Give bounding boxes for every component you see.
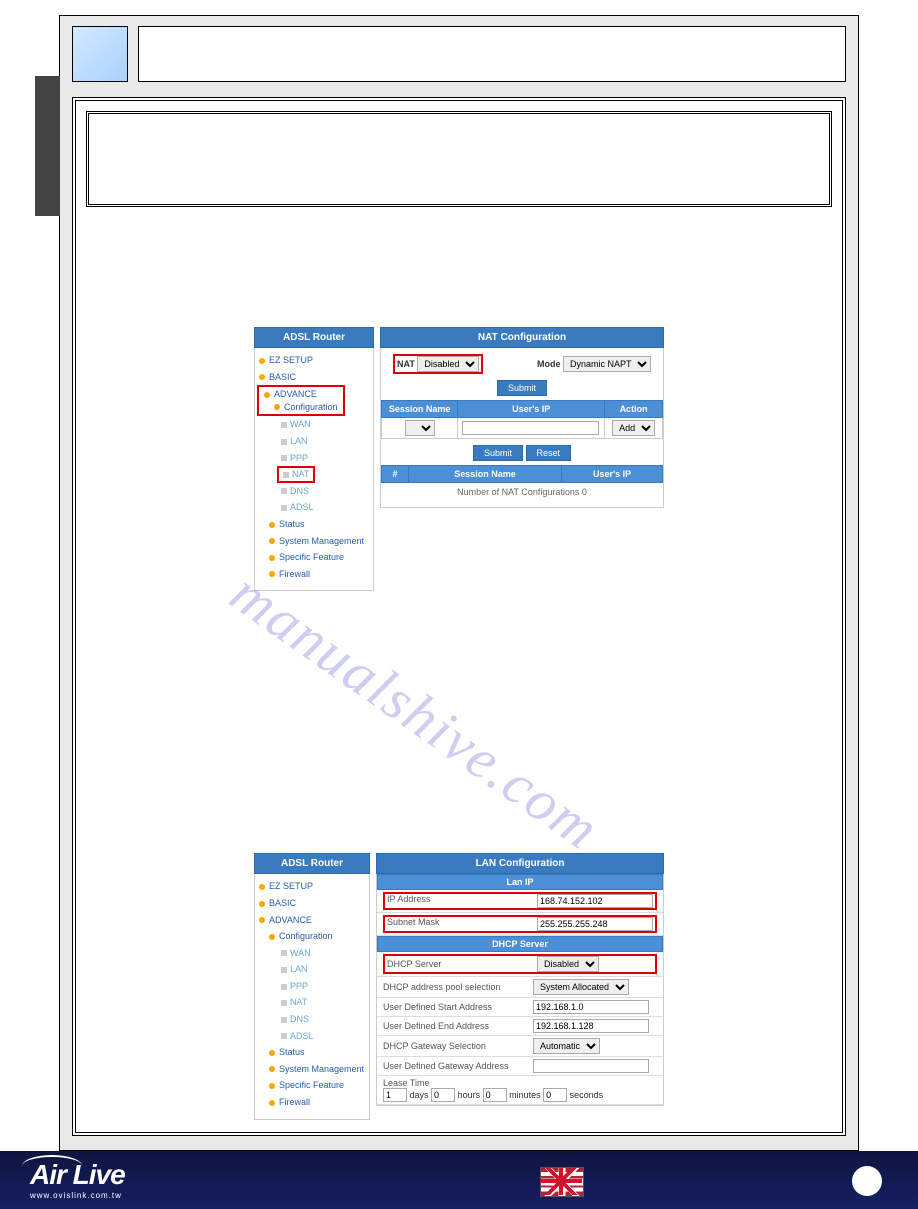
header-square-icon bbox=[72, 26, 128, 82]
dhcp-server-select[interactable]: Disabled bbox=[537, 956, 599, 972]
nav2-basic[interactable]: BASIC bbox=[257, 895, 367, 912]
side-tab bbox=[35, 76, 60, 216]
mode-select[interactable]: Dynamic NAPT bbox=[563, 356, 651, 372]
lease-hours-unit: hours bbox=[458, 1090, 481, 1100]
th-session-name: Session Name bbox=[382, 401, 458, 418]
screenshot-nat: ADSL Router EZ SETUP BASIC ADVANCE Confi… bbox=[254, 327, 664, 591]
nav2-adsl[interactable]: ADSL bbox=[279, 1028, 367, 1045]
lease-label: Lease Time bbox=[383, 1078, 533, 1088]
th-users-ip: User's IP bbox=[458, 401, 605, 418]
end-label: User Defined End Address bbox=[383, 1021, 533, 1031]
lease-minutes-unit: minutes bbox=[509, 1090, 541, 1100]
nav2-firewall[interactable]: Firewall bbox=[267, 1094, 367, 1111]
nav2-dns[interactable]: DNS bbox=[279, 1011, 367, 1028]
nav-nat[interactable]: NAT bbox=[281, 467, 311, 481]
sidebar-title: ADSL Router bbox=[254, 327, 374, 348]
nav2-specific-feature[interactable]: Specific Feature bbox=[267, 1077, 367, 1094]
lease-days-unit: days bbox=[410, 1090, 429, 1100]
uk-flag-icon bbox=[540, 1167, 584, 1197]
start-input[interactable] bbox=[533, 1000, 649, 1014]
nav-lan[interactable]: LAN bbox=[279, 433, 371, 450]
th-session-name-2: Session Name bbox=[409, 466, 562, 483]
nav-status[interactable]: Status bbox=[267, 516, 371, 533]
nat-label: NAT bbox=[397, 359, 415, 369]
nav2-ez-setup[interactable]: EZ SETUP bbox=[257, 878, 367, 895]
section-lanip: Lan IP bbox=[377, 874, 663, 890]
section-dhcp: DHCP Server bbox=[377, 936, 663, 952]
nav-system-management[interactable]: System Management bbox=[267, 533, 371, 550]
th-action: Action bbox=[605, 401, 663, 418]
nav-specific-feature[interactable]: Specific Feature bbox=[267, 549, 371, 566]
subnet-label: Subnet Mask bbox=[387, 917, 537, 931]
dhcp-server-label: DHCP Server bbox=[387, 959, 537, 969]
nav2-advance[interactable]: ADVANCE bbox=[257, 912, 367, 929]
nat-select[interactable]: Disabled bbox=[417, 356, 479, 372]
lease-seconds-unit: seconds bbox=[570, 1090, 604, 1100]
lease-hours[interactable] bbox=[431, 1088, 455, 1102]
page-number-dot bbox=[852, 1166, 882, 1196]
nav2-lan[interactable]: LAN bbox=[279, 961, 367, 978]
page-footer: Air Live www.ovislink.com.tw bbox=[0, 1151, 918, 1209]
nav-configuration[interactable]: Configuration bbox=[272, 400, 340, 414]
lease-seconds[interactable] bbox=[543, 1088, 567, 1102]
lease-minutes[interactable] bbox=[483, 1088, 507, 1102]
nav2-configuration[interactable]: Configuration bbox=[267, 928, 367, 945]
info-box bbox=[86, 111, 832, 207]
submit-button-2[interactable]: Submit bbox=[473, 445, 523, 461]
user-gw-label: User Defined Gateway Address bbox=[383, 1061, 533, 1071]
subnet-input[interactable] bbox=[537, 917, 653, 931]
sidebar-title-2: ADSL Router bbox=[254, 853, 370, 874]
nav-ez-setup[interactable]: EZ SETUP bbox=[257, 352, 371, 369]
ip-address-label: IP Address bbox=[387, 894, 537, 908]
nav-firewall[interactable]: Firewall bbox=[267, 566, 371, 583]
submit-button[interactable]: Submit bbox=[497, 380, 547, 396]
header-bar bbox=[138, 26, 846, 82]
config-count-note: Number of NAT Configurations 0 bbox=[381, 483, 663, 501]
logo-arc-icon bbox=[22, 1155, 82, 1177]
pool-label: DHCP address pool selection bbox=[383, 982, 533, 992]
nav2-nat[interactable]: NAT bbox=[279, 994, 367, 1011]
nav2-system-management[interactable]: System Management bbox=[267, 1061, 367, 1078]
nav-basic[interactable]: BASIC bbox=[257, 369, 371, 386]
session-name-select[interactable] bbox=[405, 420, 435, 436]
th-users-ip-2: User's IP bbox=[562, 466, 663, 483]
user-gw-input[interactable] bbox=[533, 1059, 649, 1073]
main-title: NAT Configuration bbox=[380, 327, 664, 348]
nav-ppp[interactable]: PPP bbox=[279, 450, 371, 467]
brand-url: www.ovislink.com.tw bbox=[30, 1191, 125, 1200]
th-num: # bbox=[382, 466, 409, 483]
screenshot-lan: ADSL Router EZ SETUP BASIC ADVANCE Confi… bbox=[254, 853, 664, 1119]
pool-select[interactable]: System Allocated bbox=[533, 979, 629, 995]
gw-sel-label: DHCP Gateway Selection bbox=[383, 1041, 533, 1051]
nav2-ppp[interactable]: PPP bbox=[279, 978, 367, 995]
users-ip-input[interactable] bbox=[462, 421, 599, 435]
ip-address-input[interactable] bbox=[537, 894, 653, 908]
gw-sel-select[interactable]: Automatic bbox=[533, 1038, 600, 1054]
nav-adsl[interactable]: ADSL bbox=[279, 499, 371, 516]
nav-wan[interactable]: WAN bbox=[279, 416, 371, 433]
start-label: User Defined Start Address bbox=[383, 1002, 533, 1012]
action-select[interactable]: Add bbox=[612, 420, 655, 436]
reset-button[interactable]: Reset bbox=[526, 445, 572, 461]
lease-days[interactable] bbox=[383, 1088, 407, 1102]
end-input[interactable] bbox=[533, 1019, 649, 1033]
nav-dns[interactable]: DNS bbox=[279, 483, 371, 500]
main-title-2: LAN Configuration bbox=[376, 853, 664, 874]
nav2-wan[interactable]: WAN bbox=[279, 945, 367, 962]
mode-label: Mode bbox=[537, 359, 561, 369]
nav2-status[interactable]: Status bbox=[267, 1044, 367, 1061]
